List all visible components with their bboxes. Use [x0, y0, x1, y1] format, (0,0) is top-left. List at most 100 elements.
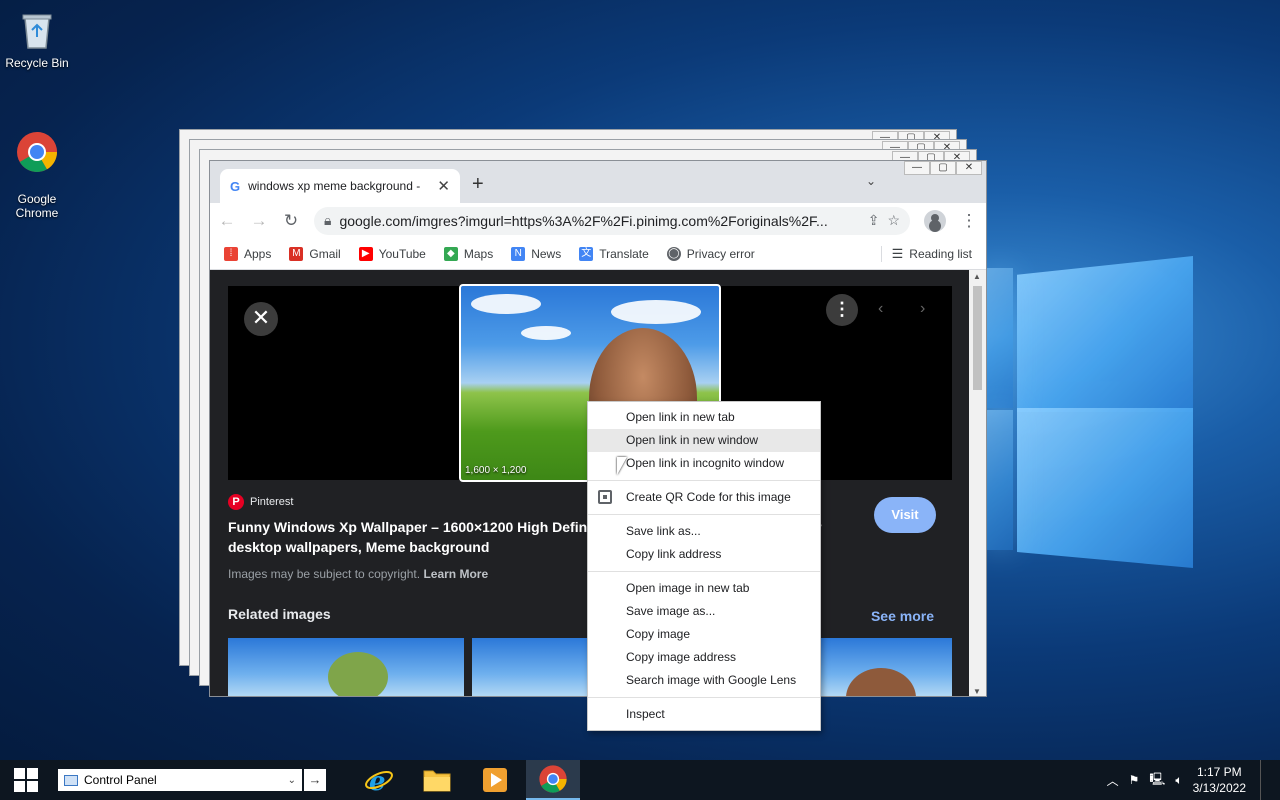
control-panel-icon: [64, 774, 78, 786]
lock-icon[interactable]: 🔒︎: [324, 212, 331, 229]
bookmark-maps[interactable]: ◆ Maps: [443, 246, 493, 261]
menu-item-search-google-lens[interactable]: Search image with Google Lens: [588, 669, 820, 692]
bookmark-news[interactable]: N News: [511, 246, 561, 261]
bookmark-star-icon[interactable]: ☆: [887, 212, 900, 229]
action-center-flag-icon[interactable]: ⚑: [1129, 773, 1140, 787]
tab-title: windows xp meme background -: [248, 179, 421, 193]
desktop-icon-google-chrome[interactable]: Google Chrome: [0, 116, 74, 234]
apps-grid-icon: ⁞: [224, 246, 238, 261]
back-button[interactable]: ←: [218, 211, 236, 231]
news-icon: N: [511, 246, 526, 261]
scroll-down-arrow-icon[interactable]: ▼: [973, 687, 981, 696]
tab-search-chevron-icon[interactable]: ⌄: [866, 174, 876, 188]
show-hidden-icons-chevron-icon[interactable]: ︿: [1107, 772, 1119, 789]
reading-list-button[interactable]: ☰ Reading list: [880, 245, 972, 262]
gmail-icon: M: [289, 246, 304, 261]
volume-muted-icon[interactable]: 🔈︎: [1175, 773, 1182, 788]
menu-item-inspect[interactable]: Inspect: [588, 703, 820, 726]
learn-more-link[interactable]: Learn More: [423, 567, 488, 581]
bookmark-youtube[interactable]: ▶ YouTube: [358, 246, 426, 261]
new-tab-button[interactable]: +: [472, 173, 484, 196]
menu-item-save-image-as[interactable]: Save image as...: [588, 600, 820, 623]
reading-list-icon: ☰: [891, 245, 904, 261]
menu-separator: [588, 480, 820, 481]
next-image-button[interactable]: ›: [920, 300, 925, 318]
menu-item-copy-link-address[interactable]: Copy link address: [588, 543, 820, 566]
scroll-up-arrow-icon[interactable]: ▲: [973, 272, 981, 281]
taskbar-internet-explorer[interactable]: e: [352, 760, 406, 800]
bookmark-translate[interactable]: 文 Translate: [579, 246, 649, 261]
image-source[interactable]: P Pinterest: [228, 494, 293, 510]
forward-button[interactable]: →: [250, 211, 268, 231]
profile-avatar-icon[interactable]: [924, 209, 946, 232]
media-player-icon: [483, 768, 507, 792]
google-favicon-icon: G: [230, 178, 241, 194]
context-menu: Open link in new tab Open link in new wi…: [587, 401, 821, 731]
pinterest-icon: P: [228, 494, 244, 510]
chrome-icon: [539, 765, 567, 793]
page-scrollbar[interactable]: ▲ ▼: [969, 270, 986, 696]
start-button[interactable]: [0, 760, 52, 800]
windows-logo-wallpaper: [985, 238, 1197, 578]
bookmark-gmail[interactable]: M Gmail: [289, 246, 341, 261]
menu-item-copy-image-address[interactable]: Copy image address: [588, 646, 820, 669]
menu-separator: [588, 571, 820, 572]
tab-strip: G windows xp meme background - ✕ + ⌄: [210, 161, 986, 203]
taskbar-google-chrome[interactable]: [526, 760, 580, 800]
menu-item-open-image-new-tab[interactable]: Open image in new tab: [588, 577, 820, 600]
browser-tab[interactable]: G windows xp meme background - ✕: [220, 169, 460, 203]
close-tab-icon[interactable]: ✕: [437, 177, 450, 195]
menu-item-open-link-new-tab[interactable]: Open link in new tab: [588, 406, 820, 429]
address-go-button[interactable]: →: [304, 769, 326, 791]
translate-icon: 文: [579, 246, 594, 261]
youtube-icon: ▶: [358, 246, 373, 261]
maps-icon: ◆: [443, 246, 458, 261]
chrome-icon: [17, 132, 57, 172]
desktop-icon-label: Google Chrome: [15, 192, 59, 220]
system-tray: ︿ ⚑ 🖳︎ 🔈︎ 1:17 PM 3/13/2022: [1107, 760, 1280, 800]
browser-toolbar: ← → ↻ 🔒︎ google.com/imgres?imgurl=https%…: [210, 203, 986, 238]
share-icon[interactable]: ⇪: [868, 212, 880, 229]
svg-text:e: e: [369, 767, 386, 795]
previous-image-button[interactable]: ‹: [878, 300, 883, 318]
image-dimensions: 1,600 × 1,200: [465, 465, 527, 476]
menu-item-save-link-as[interactable]: Save link as...: [588, 520, 820, 543]
qr-code-icon: [598, 490, 612, 504]
menu-item-copy-image[interactable]: Copy image: [588, 623, 820, 646]
visit-button[interactable]: Visit: [874, 497, 936, 533]
bookmark-apps[interactable]: ⁞ Apps: [224, 246, 271, 261]
chrome-menu-icon[interactable]: ⋮: [960, 211, 978, 231]
taskbar: Control Panel ⌄ → e ︿ ⚑ 🖳︎ 🔈︎ 1:17 PM 3/…: [0, 760, 1280, 800]
menu-item-create-qr-code[interactable]: Create QR Code for this image: [588, 486, 820, 509]
menu-separator: [588, 697, 820, 698]
address-dropdown-icon[interactable]: ⌄: [288, 775, 296, 786]
mouse-cursor: [617, 457, 627, 475]
folder-icon: [423, 770, 451, 792]
related-images-heading: Related images: [228, 606, 331, 622]
see-more-link[interactable]: See more: [871, 608, 934, 624]
bookmarks-bar: ⁞ Apps M Gmail ▶ YouTube ◆ Maps N News 文 Trans…: [210, 238, 986, 270]
url-text: google.com/imgres?imgurl=https%3A%2F%2Fi…: [339, 212, 828, 229]
show-desktop-button[interactable]: [1260, 760, 1266, 800]
taskbar-media-player[interactable]: [468, 760, 522, 800]
clock-date: 3/13/2022: [1192, 781, 1246, 795]
menu-separator: [588, 514, 820, 515]
system-clock[interactable]: 1:17 PM 3/13/2022: [1193, 764, 1246, 796]
related-image[interactable]: [228, 638, 464, 696]
taskbar-file-explorer[interactable]: [410, 760, 464, 800]
clock-time: 1:17 PM: [1196, 765, 1242, 779]
desktop-icon-label: Recycle Bin: [5, 56, 69, 70]
windows-start-icon: [14, 768, 38, 792]
desktop-icon-recycle-bin[interactable]: Recycle Bin: [0, 8, 74, 70]
address-input[interactable]: Control Panel: [84, 773, 282, 787]
menu-item-open-link-new-window[interactable]: Open link in new window: [588, 429, 820, 452]
reload-button[interactable]: ↻: [282, 211, 300, 231]
scrollbar-thumb[interactable]: [973, 286, 982, 390]
bookmark-privacy-error[interactable]: ◯ Privacy error: [666, 246, 755, 261]
network-icon[interactable]: 🖳︎: [1149, 770, 1165, 791]
more-options-button[interactable]: ⋮: [826, 294, 858, 326]
close-viewer-button[interactable]: ✕: [244, 302, 278, 336]
copyright-notice: Images may be subject to copyright. Lear…: [228, 567, 489, 581]
taskbar-address-toolbar[interactable]: Control Panel ⌄: [58, 769, 302, 791]
address-bar[interactable]: 🔒︎ google.com/imgres?imgurl=https%3A%2F%…: [314, 206, 910, 235]
